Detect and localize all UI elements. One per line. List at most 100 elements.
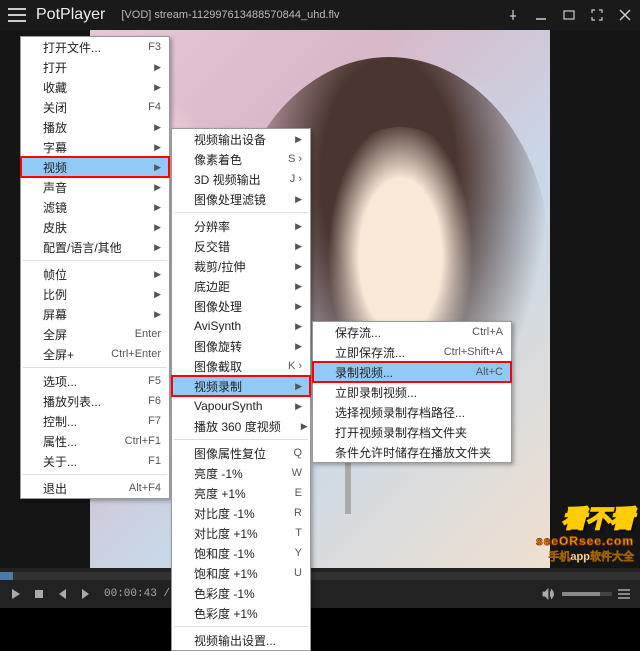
video-menu-item[interactable]: 图像处理▶ — [172, 296, 310, 316]
video-menu-item[interactable]: 对比度 +1%T — [172, 523, 310, 543]
record-menu-item[interactable]: 保存流... Ctrl+A — [313, 322, 511, 342]
menu-item-label: 皮肤 — [43, 219, 134, 236]
minimize-icon[interactable] — [534, 8, 548, 22]
video-menu-item[interactable]: 视频输出设置... — [172, 630, 310, 650]
main-menu-item[interactable]: 播放列表...F6 — [21, 391, 169, 411]
main-menu-item[interactable]: 帧位▶ — [21, 264, 169, 284]
main-menu-item[interactable]: 声音▶ — [21, 177, 169, 197]
video-menu-item[interactable]: 饱和度 +1% U — [172, 563, 310, 583]
main-menu-item[interactable]: 退出Alt+F4 — [21, 478, 169, 498]
main-menu-item[interactable]: 滤镜▶ — [21, 197, 169, 217]
main-menu-item[interactable]: 屏幕▶ — [21, 304, 169, 324]
video-menu-item[interactable]: AviSynth▶ — [172, 316, 310, 336]
menu-item-label: 播放 360 度视频 — [194, 418, 281, 435]
menu-shortcut: F1 — [148, 455, 161, 467]
video-menu-item[interactable]: 图像截取K › — [172, 356, 310, 376]
next-icon[interactable] — [80, 588, 92, 600]
playlist-icon[interactable] — [618, 589, 630, 599]
menu-item-label: 全屏+ — [43, 346, 91, 363]
video-menu-item[interactable]: 分辨率▶ — [172, 216, 310, 236]
main-menu-item[interactable]: 配置/语言/其他▶ — [21, 237, 169, 257]
submenu-video-record: 保存流... Ctrl+A 立即保存流...Ctrl+Shift+A 录制视频... A… — [312, 321, 512, 463]
video-menu-item[interactable]: 对比度 -1%R — [172, 503, 310, 523]
menu-item-label: 视频录制 — [194, 378, 275, 395]
video-menu-item[interactable]: 亮度 +1%E — [172, 483, 310, 503]
record-menu-item[interactable]: 打开视频录制存档文件夹 — [313, 422, 511, 442]
menu-item-label: 属性... — [43, 433, 105, 450]
record-menu-item[interactable]: 立即录制视频... — [313, 382, 511, 402]
submenu-arrow-icon: ▶ — [295, 301, 302, 312]
submenu-arrow-icon: ▶ — [295, 281, 302, 292]
prev-icon[interactable] — [56, 588, 68, 600]
video-menu-item[interactable]: 反交错▶ — [172, 236, 310, 256]
submenu-video: 视频输出设备▶像素着色S ›3D 视频输出J ›图像处理滤镜▶ 分辨率▶反交错▶裁… — [171, 128, 311, 651]
video-menu-item[interactable]: 播放 360 度视频▶ — [172, 416, 310, 436]
submenu-arrow-icon: ▶ — [154, 222, 161, 233]
main-menu-item[interactable]: 比例▶ — [21, 284, 169, 304]
video-menu-item[interactable]: 图像处理滤镜▶ — [172, 189, 310, 209]
main-menu-item[interactable]: 全屏Enter — [21, 324, 169, 344]
main-menu-item[interactable]: 关闭F4 — [21, 97, 169, 117]
main-menu-item[interactable]: 选项...F5 — [21, 371, 169, 391]
maximize-icon[interactable] — [562, 8, 576, 22]
video-menu-item[interactable]: 亮度 -1%W — [172, 463, 310, 483]
menu-item-label: 关于... — [43, 453, 128, 470]
menu-shortcut: Alt+C — [476, 366, 503, 378]
video-menu-item[interactable]: 底边距▶ — [172, 276, 310, 296]
menu-item-label: 图像截取 — [194, 358, 268, 375]
volume-slider[interactable] — [562, 592, 612, 596]
close-icon[interactable] — [618, 8, 632, 22]
record-menu-item[interactable]: 录制视频... Alt+C — [313, 362, 511, 382]
menu-item-label: 录制视频... — [335, 364, 456, 381]
menu-item-label: 饱和度 +1% — [194, 565, 274, 582]
menu-shortcut: Enter — [135, 328, 161, 340]
submenu-arrow-icon: ▶ — [295, 261, 302, 272]
video-menu-item[interactable]: 像素着色S › — [172, 149, 310, 169]
main-menu-item[interactable]: 打开文件...F3 — [21, 37, 169, 57]
main-menu-item[interactable]: 控制...F7 — [21, 411, 169, 431]
menu-separator — [174, 439, 308, 440]
main-menu-item[interactable]: 皮肤 ▶ — [21, 217, 169, 237]
menu-shortcut: U — [294, 567, 302, 579]
main-menu-item[interactable]: 视频▶ — [21, 157, 169, 177]
menu-item-label: 保存流... — [335, 324, 452, 341]
fullscreen-icon[interactable] — [590, 8, 604, 22]
record-menu-item[interactable]: 选择视频录制存档路径... — [313, 402, 511, 422]
menu-item-label: 帧位 — [43, 266, 134, 283]
menu-shortcut: J › — [290, 173, 302, 185]
video-menu-item[interactable]: 图像旋转▶ — [172, 336, 310, 356]
submenu-arrow-icon: ▶ — [154, 289, 161, 300]
video-menu-item[interactable]: 图像属性复位Q — [172, 443, 310, 463]
record-menu-item[interactable]: 条件允许时储存在播放文件夹 — [313, 442, 511, 462]
main-menu-item[interactable]: 字幕▶ — [21, 137, 169, 157]
menu-item-label: VapourSynth — [194, 399, 275, 413]
main-menu-item[interactable]: 播放▶ — [21, 117, 169, 137]
submenu-arrow-icon: ▶ — [154, 242, 161, 253]
titlebar: PotPlayer [VOD] stream-11299761348857084… — [0, 0, 640, 30]
video-menu-item[interactable]: 色彩度 -1% — [172, 583, 310, 603]
record-menu-item[interactable]: 立即保存流...Ctrl+Shift+A — [313, 342, 511, 362]
menu-item-label: 亮度 -1% — [194, 465, 272, 482]
main-menu-item[interactable]: 收藏▶ — [21, 77, 169, 97]
stop-icon[interactable] — [34, 589, 44, 599]
menu-shortcut: Ctrl+A — [472, 326, 503, 338]
menu-item-label: 收藏 — [43, 79, 134, 96]
video-menu-item[interactable]: 视频录制▶ — [172, 376, 310, 396]
video-menu-item[interactable]: VapourSynth▶ — [172, 396, 310, 416]
menu-shortcut: F7 — [148, 415, 161, 427]
main-menu-item[interactable]: 全屏+Ctrl+Enter — [21, 344, 169, 364]
video-menu-item[interactable]: 3D 视频输出J › — [172, 169, 310, 189]
main-menu-item[interactable]: 关于... F1 — [21, 451, 169, 471]
menu-item-label: 对比度 -1% — [194, 505, 274, 522]
pin-icon[interactable] — [506, 8, 520, 22]
video-menu-item[interactable]: 裁剪/拉伸▶ — [172, 256, 310, 276]
video-menu-item[interactable]: 饱和度 -1%Y — [172, 543, 310, 563]
volume-icon[interactable] — [542, 588, 556, 600]
video-menu-item[interactable]: 色彩度 +1% — [172, 603, 310, 623]
video-menu-item[interactable]: 视频输出设备▶ — [172, 129, 310, 149]
play-icon[interactable] — [10, 588, 22, 600]
hamburger-icon[interactable] — [8, 8, 26, 22]
progress-track[interactable] — [0, 572, 640, 580]
main-menu-item[interactable]: 属性...Ctrl+F1 — [21, 431, 169, 451]
main-menu-item[interactable]: 打开▶ — [21, 57, 169, 77]
